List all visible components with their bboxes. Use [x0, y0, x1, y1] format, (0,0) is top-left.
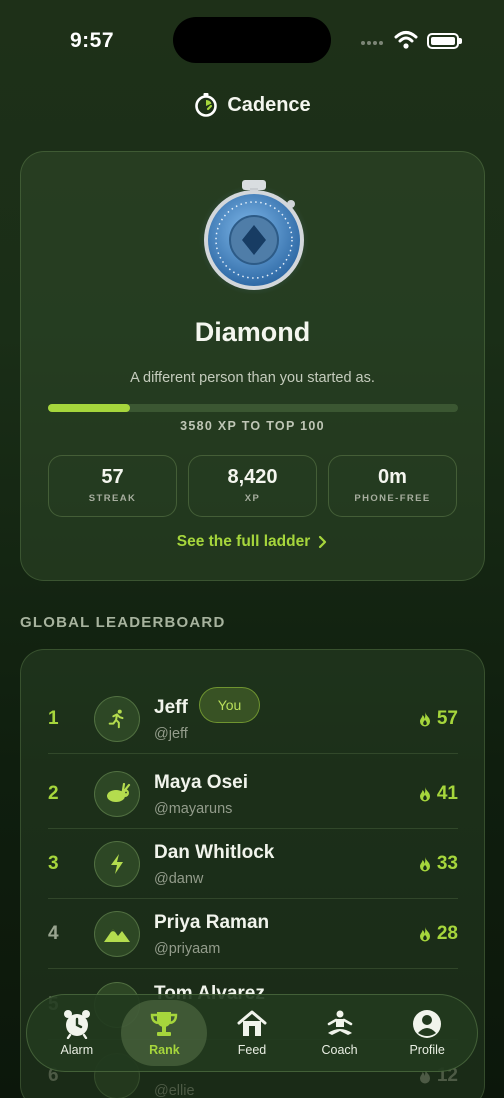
- tab-label: Rank: [149, 1043, 180, 1057]
- rabbit-icon: [107, 783, 131, 802]
- leaderboard-row[interactable]: 1 Jeff You @jeff 57: [48, 684, 458, 754]
- stat-value: 57: [101, 466, 124, 488]
- tab-label: Feed: [237, 1043, 267, 1057]
- user-name: Maya Osei: [154, 772, 248, 793]
- tab-label: Profile: [409, 1043, 445, 1057]
- stat-value: 0m: [378, 466, 407, 488]
- stat-streak: 57 STREAK: [48, 455, 177, 517]
- leaderboard-row[interactable]: 3 Dan Whitlock @danw 33: [48, 829, 458, 899]
- diamond-stopwatch-badge-icon: [199, 180, 309, 294]
- leaderboard-title: GLOBAL LEADERBOARD: [20, 614, 226, 631]
- meditation-icon: [327, 1010, 352, 1035]
- streak-value: 33: [436, 852, 458, 874]
- tab-rank[interactable]: Rank: [121, 1000, 208, 1066]
- stat-xp: 8,420 XP: [188, 455, 317, 517]
- user-handle: @priyaam: [154, 941, 221, 957]
- tab-coach[interactable]: Coach: [297, 1000, 383, 1066]
- trophy-icon: [151, 1012, 178, 1036]
- mountain-icon: [104, 929, 130, 942]
- leaderboard-row[interactable]: 4 Priya Raman @priyaam 28: [48, 899, 458, 969]
- streak-value: 28: [436, 922, 458, 944]
- flame-icon: [419, 856, 430, 871]
- you-badge: You: [199, 687, 260, 723]
- user-handle: @jeff: [154, 726, 188, 742]
- tab-bar: Alarm Rank Feed Coach Profile: [26, 994, 478, 1072]
- rank-number: 1: [48, 707, 59, 729]
- app-title: Cadence: [227, 93, 311, 116]
- xp-progress-fill: [48, 404, 130, 412]
- rank-number: 4: [48, 922, 59, 944]
- profile-icon: [413, 1010, 442, 1038]
- ladder-link-label: See the full ladder: [176, 533, 311, 550]
- tier-subtitle: A different person than you started as.: [130, 370, 375, 386]
- rank-number: 3: [48, 852, 59, 874]
- streak-count: 41: [419, 759, 458, 828]
- avatar: [94, 771, 140, 817]
- status-time: 9:57: [70, 29, 115, 52]
- xp-progress-label: 3580 XP TO TOP 100: [180, 419, 325, 433]
- chevron-right-icon: [319, 535, 327, 549]
- flame-icon: [419, 786, 430, 801]
- wifi-icon: [394, 31, 418, 49]
- runner-icon: [108, 709, 124, 729]
- streak-count: 28: [419, 899, 458, 968]
- stat-value: 8,420: [227, 466, 278, 488]
- alarm-clock-icon: [63, 1010, 90, 1039]
- cellular-signal-icon: [361, 41, 383, 45]
- user-name: Priya Raman: [154, 912, 270, 933]
- user-handle: @ellie: [154, 1083, 195, 1098]
- stat-phone-free: 0m PHONE-FREE: [328, 455, 457, 517]
- streak-count: 57: [419, 684, 458, 753]
- tier-name: Diamond: [194, 317, 311, 347]
- avatar: [94, 911, 140, 957]
- home-icon: [237, 1010, 267, 1036]
- tab-alarm[interactable]: Alarm: [34, 1000, 120, 1066]
- stat-label: STREAK: [88, 493, 137, 504]
- tab-profile[interactable]: Profile: [384, 1000, 470, 1066]
- lightning-icon: [111, 854, 123, 874]
- app-header: Cadence: [0, 92, 504, 118]
- see-full-ladder-link[interactable]: See the full ladder: [21, 533, 484, 551]
- battery-icon: [427, 33, 462, 49]
- streak-count: 33: [419, 829, 458, 898]
- tab-label: Coach: [321, 1043, 358, 1057]
- xp-progress-bar: [48, 404, 458, 412]
- dynamic-island: [173, 17, 331, 63]
- leaderboard-row[interactable]: 2 Maya Osei @mayaruns 41: [48, 759, 458, 829]
- stats-row: 57 STREAK 8,420 XP 0m PHONE-FREE: [48, 455, 458, 517]
- streak-value: 57: [436, 707, 458, 729]
- rank-number: 2: [48, 782, 59, 804]
- avatar: [94, 696, 140, 742]
- user-handle: @mayaruns: [154, 801, 233, 817]
- streak-value: 41: [436, 782, 458, 804]
- stopwatch-logo-icon: [195, 93, 218, 117]
- avatar: [94, 841, 140, 887]
- flame-icon: [419, 711, 430, 726]
- user-name: Jeff: [154, 697, 188, 718]
- user-handle: @danw: [154, 871, 204, 887]
- flame-icon: [419, 926, 430, 941]
- tab-feed[interactable]: Feed: [209, 1000, 295, 1066]
- tab-label: Alarm: [60, 1043, 94, 1057]
- status-bar: 9:57: [0, 0, 504, 80]
- rank-card: Diamond A different person than you star…: [20, 151, 485, 581]
- stat-label: PHONE-FREE: [354, 493, 431, 504]
- user-name: Dan Whitlock: [154, 842, 275, 863]
- stat-label: XP: [244, 493, 261, 504]
